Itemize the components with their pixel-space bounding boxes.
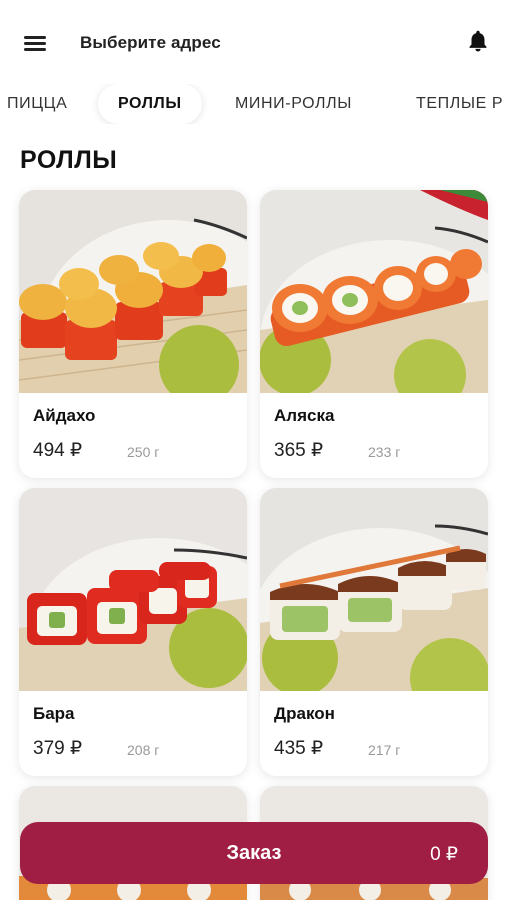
- product-name: Дракон: [274, 704, 335, 723]
- product-card-alaska[interactable]: Аляска 365 ₽ 233 г: [260, 190, 488, 478]
- product-price: 365 ₽: [274, 440, 324, 461]
- menu-icon[interactable]: [24, 36, 46, 51]
- product-photo: [19, 190, 247, 393]
- order-button[interactable]: Заказ 0 ₽: [20, 822, 488, 884]
- tab-pizza[interactable]: ПИЦЦА: [7, 84, 67, 124]
- product-price: 379 ₽: [33, 738, 83, 759]
- address-selector[interactable]: Выберите адрес: [80, 33, 221, 53]
- product-card-bara[interactable]: Бара 379 ₽ 208 г: [19, 488, 247, 776]
- product-name: Айдахо: [33, 406, 96, 425]
- bell-icon[interactable]: [465, 28, 491, 54]
- product-card-dragon[interactable]: Дракон 435 ₽ 217 г: [260, 488, 488, 776]
- product-photo: [260, 488, 488, 691]
- top-bar: Выберите адрес: [0, 0, 507, 86]
- tab-mini-rolls[interactable]: МИНИ-РОЛЛЫ: [235, 84, 352, 124]
- product-weight: 250 г: [127, 444, 160, 460]
- product-card-aidaho[interactable]: Айдахо 494 ₽ 250 г: [19, 190, 247, 478]
- product-name: Бара: [33, 704, 75, 723]
- product-name: Аляска: [274, 406, 335, 425]
- product-price: 494 ₽: [33, 440, 83, 461]
- product-weight: 208 г: [127, 742, 160, 758]
- category-tabs: ПИЦЦА РОЛЛЫ МИНИ-РОЛЛЫ ТЕПЛЫЕ Р: [0, 84, 507, 124]
- product-photo: [19, 488, 247, 691]
- product-weight: 217 г: [368, 742, 401, 758]
- section-title: РОЛЛЫ: [20, 146, 118, 174]
- product-photo: [260, 190, 488, 393]
- order-label: Заказ: [226, 842, 282, 864]
- tab-rolls[interactable]: РОЛЛЫ: [98, 84, 202, 124]
- product-price: 435 ₽: [274, 738, 324, 759]
- order-total: 0 ₽: [430, 844, 458, 865]
- product-weight: 233 г: [368, 444, 401, 460]
- tab-warm-rolls[interactable]: ТЕПЛЫЕ Р: [416, 84, 503, 124]
